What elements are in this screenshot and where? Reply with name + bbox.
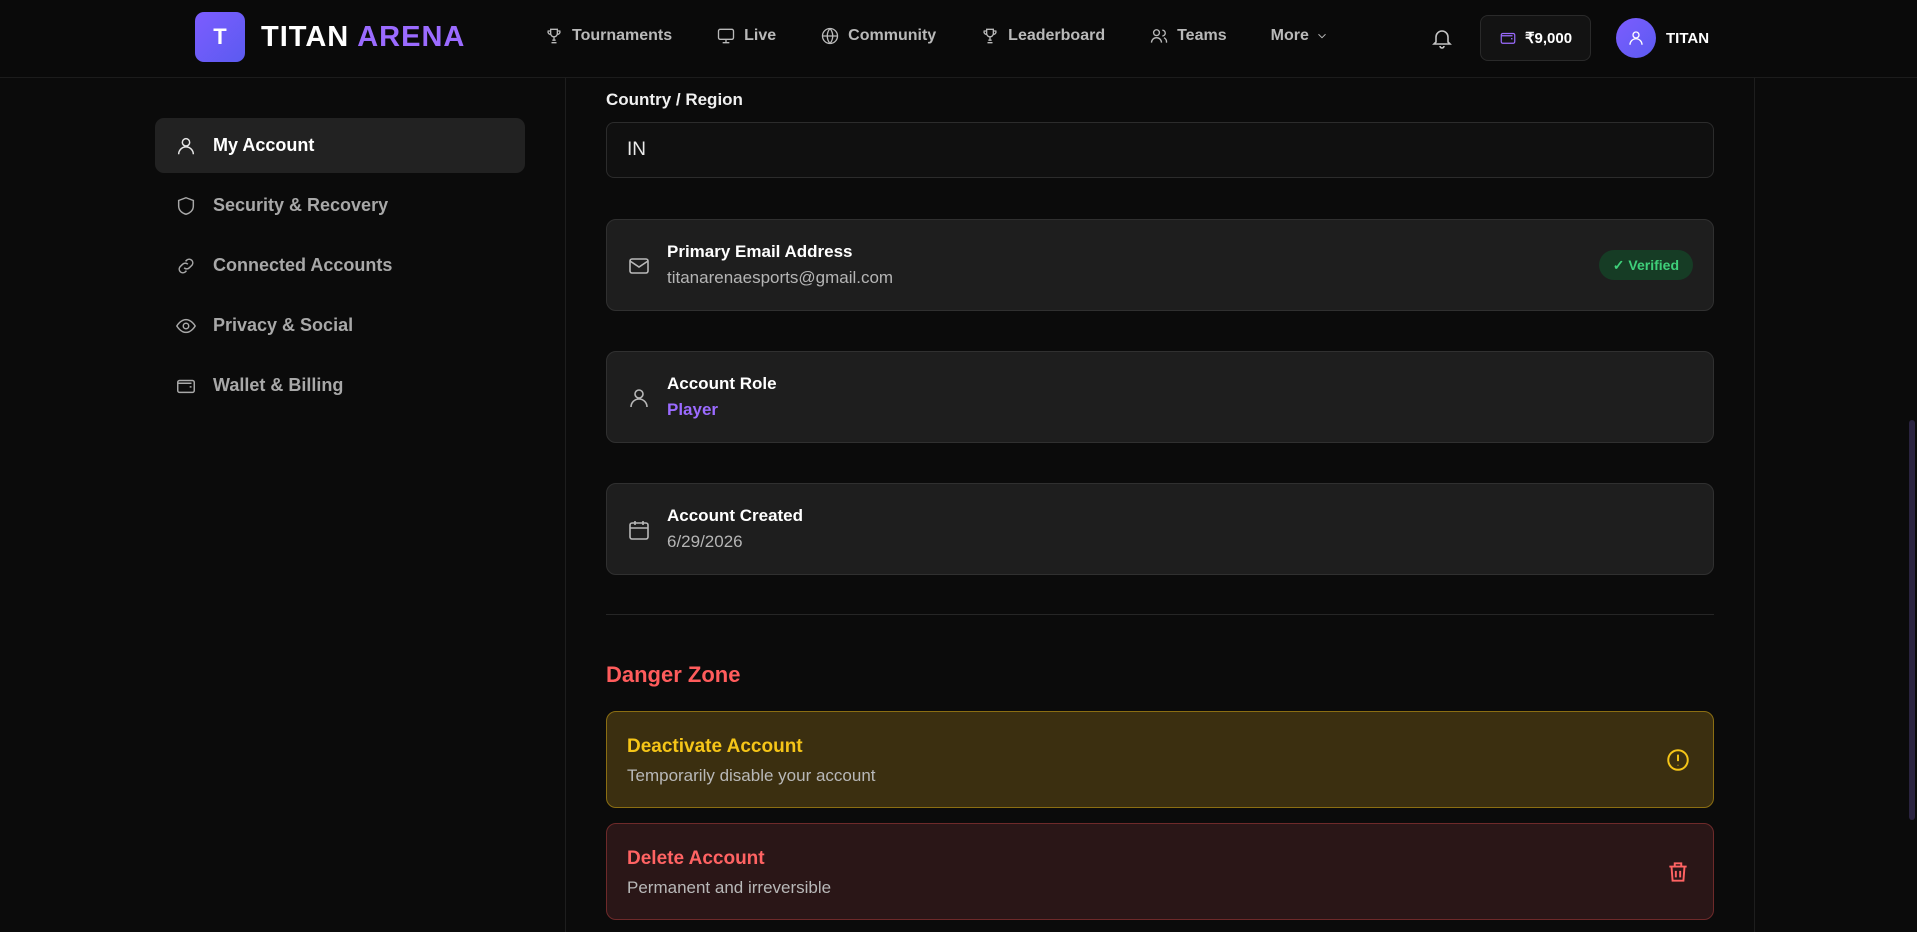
nav-more[interactable]: More	[1271, 27, 1329, 45]
nav-community-label: Community	[848, 27, 937, 44]
main-nav: Tournaments Live Community Leaderboard T…	[544, 26, 1373, 46]
country-input[interactable]	[606, 122, 1714, 178]
nav-tournaments-label: Tournaments	[572, 27, 673, 44]
content-divider-left	[565, 78, 566, 932]
deactivate-account-button[interactable]: Deactivate Account Temporarily disable y…	[606, 711, 1714, 808]
sidebar-item-privacy[interactable]: Privacy & Social	[155, 298, 525, 353]
nav-community[interactable]: Community	[820, 26, 936, 46]
nav-leaderboard-label: Leaderboard	[1008, 27, 1106, 44]
country-label: Country / Region	[606, 90, 743, 109]
deactivate-desc: Temporarily disable your account	[627, 766, 876, 785]
page-scrollbar[interactable]	[1909, 420, 1915, 820]
trophy-icon	[983, 28, 997, 44]
nav-teams[interactable]: Teams	[1149, 26, 1227, 46]
wallet-icon	[177, 379, 195, 393]
brand-name: TITAN ARENA	[261, 21, 465, 54]
link-icon	[178, 258, 194, 273]
deactivate-title: Deactivate Account	[627, 736, 803, 757]
wallet-balance: ₹9,000	[1524, 30, 1573, 47]
role-title: Account Role	[667, 374, 777, 393]
danger-zone-title: Danger Zone	[606, 662, 741, 687]
sidebar-item-label: Privacy & Social	[213, 315, 354, 335]
created-card: Account Created 6/29/2026	[606, 483, 1714, 575]
created-value: 6/29/2026	[667, 532, 743, 551]
user-menu[interactable]: TITAN	[1616, 18, 1709, 58]
email-card: Primary Email Address titanarenaesports@…	[606, 219, 1714, 311]
trophy-icon	[547, 28, 561, 44]
nav-more-label: More	[1270, 27, 1309, 44]
brand-logo[interactable]: T TITAN ARENA	[195, 12, 465, 62]
sidebar-item-my-account[interactable]: My Account	[155, 118, 525, 173]
role-card: Account Role Player	[606, 351, 1714, 443]
top-navbar: T TITAN ARENA Tournaments Live Community …	[0, 0, 1917, 78]
eye-icon	[175, 318, 197, 333]
sidebar-item-wallet-billing[interactable]: Wallet & Billing	[155, 358, 525, 413]
mail-icon	[627, 254, 651, 278]
nav-live-label: Live	[744, 27, 777, 44]
verified-badge: ✓ Verified	[1598, 250, 1693, 280]
sidebar-item-security[interactable]: Security & Recovery	[155, 178, 525, 233]
nav-live[interactable]: Live	[716, 26, 776, 46]
delete-title: Delete Account	[627, 848, 765, 869]
user-icon	[177, 137, 195, 154]
wallet-balance-button[interactable]: ₹9,000	[1480, 15, 1591, 61]
wallet-icon	[1500, 32, 1516, 44]
brand-name-part2: ARENA	[357, 20, 466, 53]
section-divider	[606, 614, 1714, 615]
settings-sidebar: My Account Security & Recovery Connected…	[155, 118, 525, 418]
nav-teams-label: Teams	[1177, 27, 1227, 44]
shield-icon	[177, 196, 195, 215]
sidebar-item-label: Security & Recovery	[213, 195, 389, 215]
globe-icon	[822, 27, 839, 45]
user-name: TITAN	[1666, 29, 1710, 47]
alert-circle-icon	[1665, 747, 1691, 773]
sidebar-item-label: My Account	[213, 135, 315, 155]
notifications-button[interactable]	[1430, 26, 1454, 50]
avatar	[1616, 18, 1656, 58]
sidebar-item-connected-accounts[interactable]: Connected Accounts	[155, 238, 525, 293]
chevron-down-icon	[1318, 33, 1326, 39]
nav-leaderboard[interactable]: Leaderboard	[980, 26, 1105, 46]
logo-badge: T	[195, 12, 245, 62]
user-icon	[1629, 31, 1643, 45]
brand-name-part1: TITAN	[261, 20, 350, 53]
monitor-icon	[717, 28, 735, 44]
role-value: Player	[667, 400, 719, 419]
trash-icon	[1665, 859, 1691, 885]
email-title: Primary Email Address	[667, 242, 853, 261]
delete-account-button[interactable]: Delete Account Permanent and irreversibl…	[606, 823, 1714, 920]
sidebar-item-label: Connected Accounts	[213, 255, 393, 275]
user-icon	[627, 386, 651, 410]
email-value: titanarenaesports@gmail.com	[667, 268, 894, 287]
created-title: Account Created	[667, 506, 804, 525]
users-icon	[1150, 29, 1168, 43]
delete-desc: Permanent and irreversible	[627, 878, 832, 897]
bell-icon	[1432, 30, 1452, 49]
calendar-icon	[627, 518, 651, 542]
nav-tournaments[interactable]: Tournaments	[544, 26, 672, 46]
sidebar-item-label: Wallet & Billing	[213, 375, 344, 395]
content-divider-right	[1754, 78, 1755, 932]
